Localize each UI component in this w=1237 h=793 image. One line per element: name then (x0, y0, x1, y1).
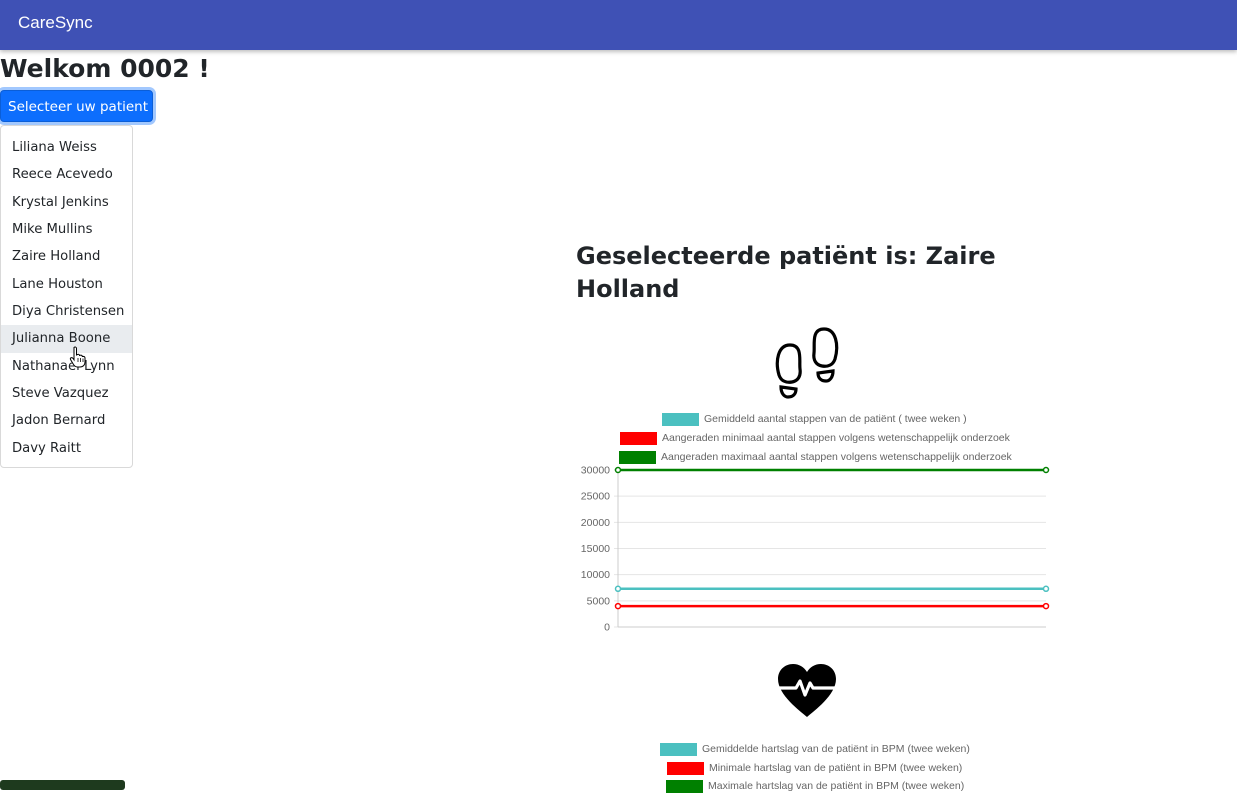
y-tick-label: 20000 (581, 517, 610, 529)
series-point-0 (614, 585, 622, 593)
patient-item[interactable]: Diya Christensen (1, 298, 132, 325)
legend-label: Aangeraden minimaal aantal stappen volge… (662, 432, 1010, 444)
patient-item[interactable]: Jadon Bernard (1, 407, 132, 434)
patient-item[interactable]: Krystal Jenkins (1, 189, 132, 216)
patient-item[interactable]: Steve Vazquez (1, 380, 132, 407)
status-toast (0, 780, 125, 790)
legend-label: Gemiddeld aantal stappen van de patiënt … (704, 413, 967, 425)
patient-item[interactable]: Zaire Holland (1, 243, 132, 270)
hand-pointer-icon (69, 346, 86, 368)
legend-swatch (620, 431, 657, 445)
legend-swatch (667, 761, 704, 775)
legend-label: Maximale hartslag van de patiënt in BPM … (708, 780, 965, 792)
series-point-2 (1042, 466, 1050, 474)
legend-swatch (662, 412, 699, 426)
brand-link[interactable]: CareSync (18, 13, 93, 33)
y-tick-label: 30000 (581, 465, 610, 477)
select-patient-label: Selecteer uw patient (8, 99, 149, 115)
legend-item-hr-avg[interactable]: Gemiddelde hartslag van de patiënt in BP… (660, 742, 970, 756)
legend-item-hr-min[interactable]: Minimale hartslag van de patiënt in BPM … (667, 761, 962, 775)
y-tick-label: 0 (604, 622, 610, 633)
y-tick-label: 10000 (581, 569, 610, 581)
patient-item[interactable]: Mike Mullins (1, 216, 132, 243)
patient-item[interactable]: Reece Acevedo (1, 161, 132, 188)
legend-item-steps-avg[interactable]: Gemiddeld aantal stappen van de patiënt … (662, 412, 967, 426)
footprints-icon (775, 327, 839, 399)
legend-item-hr-max[interactable]: Maximale hartslag van de patiënt in BPM … (666, 779, 964, 793)
legend-swatch (660, 742, 697, 756)
y-tick-label: 25000 (581, 491, 610, 503)
top-navbar: CareSync (0, 0, 1237, 50)
patient-item[interactable]: Nathanael Lynn (1, 353, 132, 380)
steps-line-chart: 0 5000 10000 15000 20000 25000 30000 (581, 465, 1050, 633)
series-point-1 (1042, 602, 1050, 610)
y-tick-label: 5000 (587, 595, 611, 607)
patient-dropdown-menu: Liliana Weiss Reece Acevedo Krystal Jenk… (0, 125, 133, 468)
patient-item[interactable]: Lane Houston (1, 271, 132, 298)
patient-item[interactable]: Liliana Weiss (1, 134, 132, 161)
legend-swatch (666, 779, 703, 793)
y-tick-label: 15000 (581, 543, 610, 555)
series-point-0 (1042, 585, 1050, 593)
patient-item[interactable]: Davy Raitt (1, 435, 132, 462)
selected-patient-heading: Geselecteerde patiënt is: Zaire Holland (576, 242, 996, 303)
series-point-2 (614, 466, 622, 474)
series-point-1 (614, 602, 622, 610)
heartbeat-icon (778, 664, 836, 717)
legend-item-steps-min[interactable]: Aangeraden minimaal aantal stappen volge… (620, 431, 1010, 445)
legend-label: Minimale hartslag van de patiënt in BPM … (709, 762, 963, 774)
legend-label: Gemiddelde hartslag van de patiënt in BP… (702, 743, 970, 755)
patient-item-hovered[interactable]: Julianna Boone (1, 325, 132, 353)
select-patient-button[interactable]: Selecteer uw patient (0, 90, 153, 142)
welcome-heading: Welkom 0002 ! (0, 54, 210, 83)
